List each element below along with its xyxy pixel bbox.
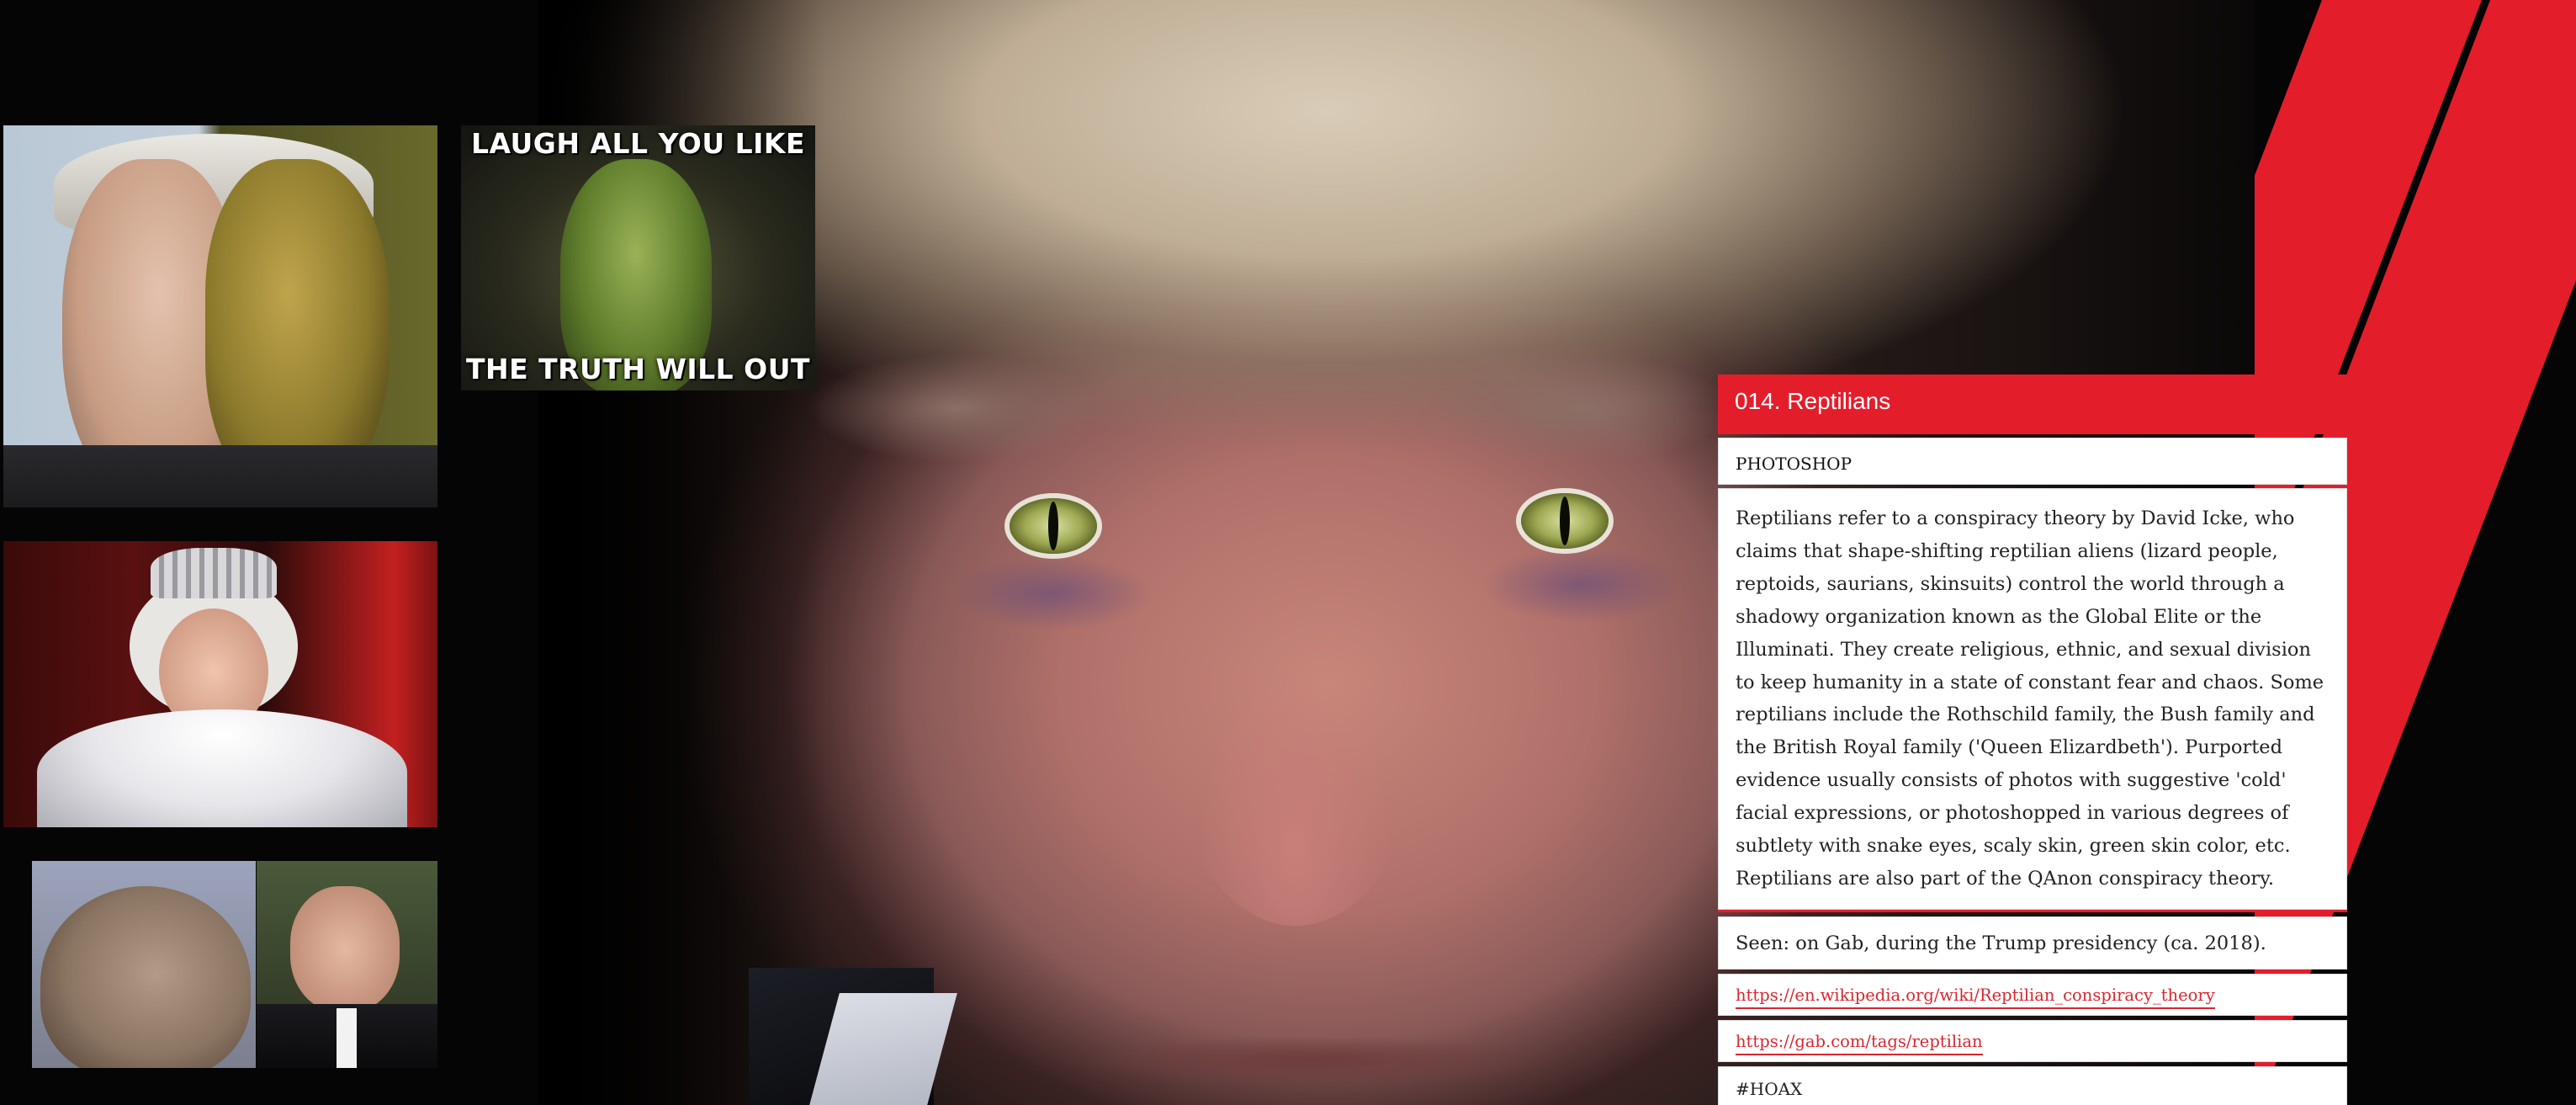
panel-title: 014. Reptilians: [1718, 375, 2347, 434]
category-label: PHOTOSHOP: [1718, 438, 2347, 485]
wikipedia-link[interactable]: https://en.wikipedia.org/wiki/Reptilian_…: [1736, 985, 2215, 1009]
hashtag-label: #HOAX: [1718, 1065, 2347, 1105]
thumbnail-turtle[interactable]: [32, 861, 256, 1068]
link-row-gab: https://gab.com/tags/reptilian: [1718, 1019, 2347, 1062]
description-text: Reptilians refer to a conspiracy theory …: [1718, 488, 2347, 910]
info-panel: 014. Reptilians PHOTOSHOP Reptilians ref…: [1718, 375, 2347, 1105]
seen-text: Seen: on Gab, during the Trump presidenc…: [1718, 916, 2347, 970]
thumbnail-half-lizard-face[interactable]: [3, 125, 437, 507]
thumbnail-lizard-meme[interactable]: LAUGH ALL YOU LIKE THE TRUTH WILL OUT: [461, 125, 815, 390]
gab-link[interactable]: https://gab.com/tags/reptilian: [1736, 1031, 1983, 1055]
stage: LAUGH ALL YOU LIKE THE TRUTH WILL OUT 01…: [0, 0, 2576, 1105]
thumbnail-queen[interactable]: [3, 541, 437, 827]
meme-top-text: LAUGH ALL YOU LIKE: [470, 127, 806, 160]
snake-eye-left: [1010, 498, 1097, 554]
snake-eye-right: [1521, 493, 1609, 549]
crown-image: [151, 548, 277, 598]
link-row-wikipedia: https://en.wikipedia.org/wiki/Reptilian_…: [1718, 973, 2347, 1016]
meme-bottom-text: THE TRUTH WILL OUT: [465, 353, 811, 385]
thumbnail-politician[interactable]: [257, 861, 437, 1068]
divider: [1718, 909, 2347, 912]
